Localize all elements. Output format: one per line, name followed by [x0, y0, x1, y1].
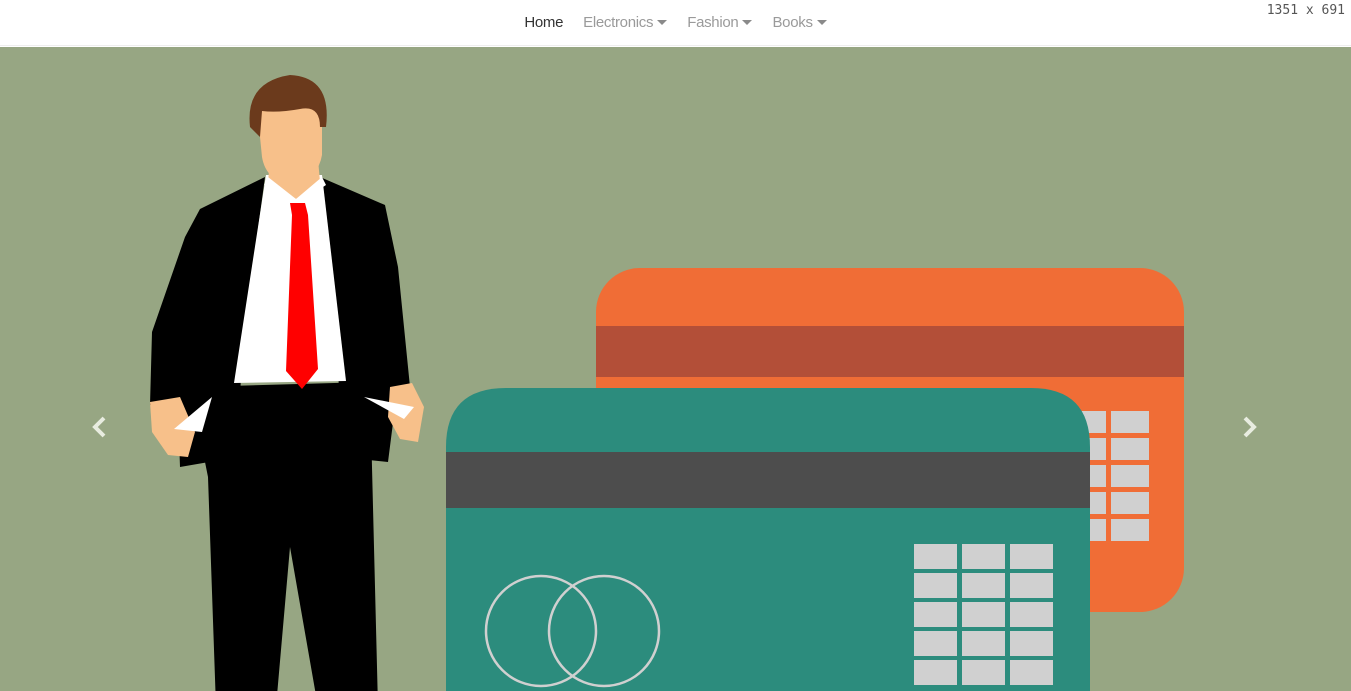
- chevron-right-icon: [1243, 416, 1257, 438]
- page: Home Electronics Fashion Books 1351 x 69…: [0, 0, 1351, 691]
- front-credit-card: [446, 388, 1090, 691]
- nav-item-label: Fashion: [687, 14, 739, 31]
- nav-item-home[interactable]: Home: [514, 0, 573, 46]
- nav-menu: Home Electronics Fashion Books: [514, 0, 836, 46]
- nav-item-electronics[interactable]: Electronics: [573, 0, 677, 46]
- slide-illustration: [150, 75, 1184, 691]
- top-navbar: Home Electronics Fashion Books: [0, 0, 1351, 46]
- businessman-figure: [150, 75, 424, 691]
- caret-down-icon: [816, 20, 827, 25]
- nav-item-label: Books: [772, 14, 813, 31]
- carousel-prev-button[interactable]: [80, 407, 120, 447]
- viewport-size-label: 1351 x 691: [1266, 3, 1345, 18]
- carousel-next-button[interactable]: [1229, 407, 1269, 447]
- chevron-left-icon: [92, 416, 106, 438]
- nav-item-fashion[interactable]: Fashion: [677, 0, 762, 46]
- nav-item-label: Home: [524, 14, 564, 31]
- caret-down-icon: [657, 20, 668, 25]
- hero-carousel: [0, 47, 1351, 691]
- caret-down-icon: [742, 20, 753, 25]
- nav-item-books[interactable]: Books: [762, 0, 836, 46]
- nav-item-label: Electronics: [583, 14, 654, 31]
